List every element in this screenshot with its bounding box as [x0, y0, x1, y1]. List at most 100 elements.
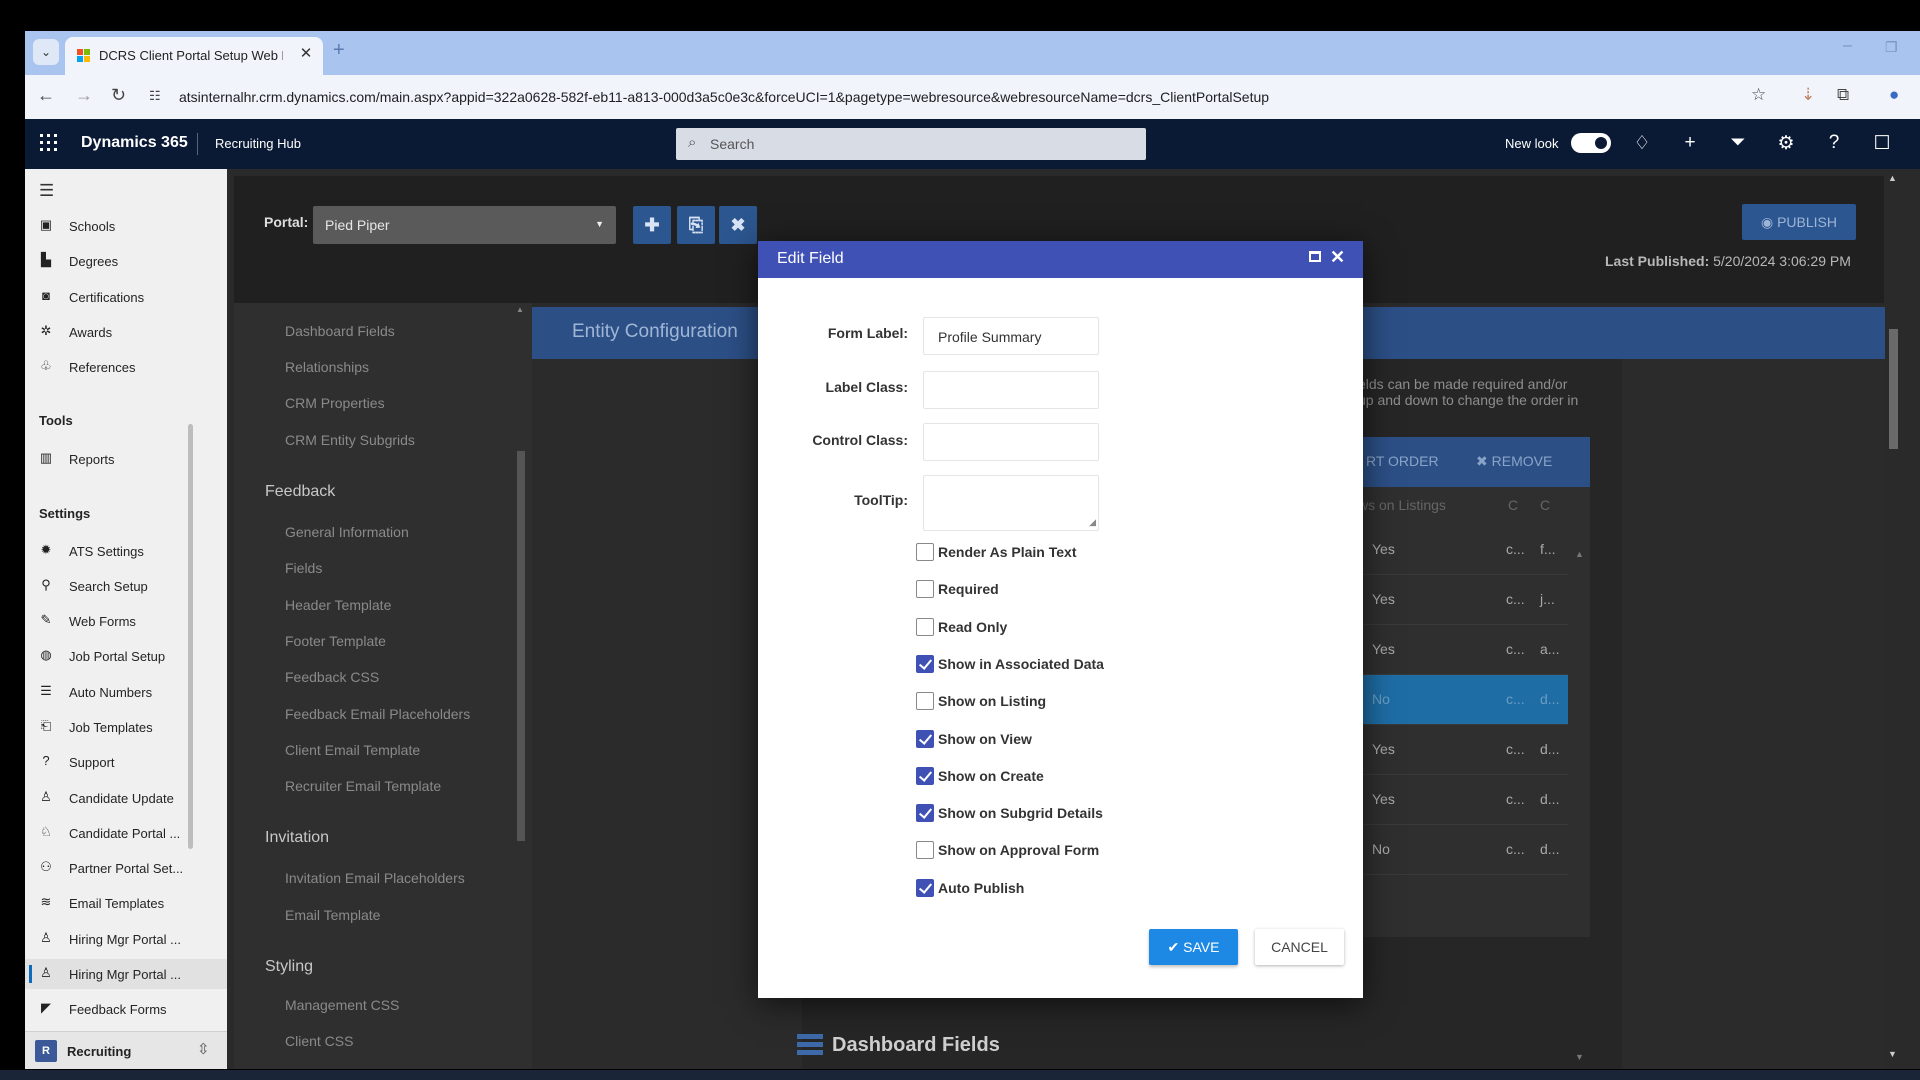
- sitemap-item-hiring-mgr-portal-1[interactable]: ♙ Hiring Mgr Portal ...: [25, 924, 227, 954]
- back-icon[interactable]: ←: [37, 85, 55, 106]
- config-item-client-email-template[interactable]: Client Email Template: [285, 742, 420, 758]
- sitemap-item-references[interactable]: ♧ References: [25, 352, 227, 382]
- table-row-selected[interactable]: No c... d...: [1358, 675, 1568, 725]
- table-row[interactable]: Yes c... a...: [1358, 625, 1568, 675]
- sitemap-item-job-templates[interactable]: ⎗ Job Templates: [25, 712, 227, 742]
- close-icon[interactable]: ✕: [1330, 247, 1345, 268]
- tooltip-textarea[interactable]: ◢: [923, 475, 1099, 531]
- url-text[interactable]: atsinternalhr.crm.dynamics.com/main.aspx…: [179, 89, 1269, 105]
- sitemap-item-awards[interactable]: ✲ Awards: [25, 317, 227, 347]
- table-row[interactable]: Yes c... d...: [1358, 725, 1568, 775]
- label-class-input[interactable]: [923, 371, 1099, 409]
- config-nav-scrollbar[interactable]: [517, 451, 525, 841]
- sitemap-item-schools[interactable]: ▣ Schools: [25, 211, 227, 241]
- profile-icon[interactable]: ●: [1889, 85, 1899, 105]
- portal-select[interactable]: Pied Piper ▼: [313, 206, 616, 244]
- chat-icon[interactable]: ☐: [1870, 132, 1894, 155]
- sort-order-button[interactable]: RT ORDER: [1366, 453, 1439, 469]
- forward-icon[interactable]: →: [75, 85, 93, 106]
- checkbox-box[interactable]: [916, 655, 934, 673]
- tab-close-icon[interactable]: ✕: [297, 45, 315, 63]
- plus-icon[interactable]: +: [1678, 132, 1702, 154]
- checkbox-box[interactable]: [916, 767, 934, 785]
- scroll-down-icon[interactable]: ▼: [1888, 1049, 1897, 1059]
- config-item-feedback-css[interactable]: Feedback CSS: [285, 669, 379, 685]
- app-title[interactable]: Dynamics 365: [81, 134, 188, 152]
- sitemap-item-partner-portal[interactable]: ⚇ Partner Portal Set...: [25, 853, 227, 883]
- save-button[interactable]: ✔ SAVE: [1149, 929, 1238, 965]
- scroll-up-icon[interactable]: ▲: [516, 305, 524, 314]
- config-item-invitation-email-placeholders[interactable]: Invitation Email Placeholders: [285, 870, 465, 886]
- checkbox-box[interactable]: [916, 841, 934, 859]
- config-item-crm-entity-subgrids[interactable]: CRM Entity Subgrids: [285, 432, 415, 448]
- config-group-invitation[interactable]: Invitation: [265, 829, 329, 847]
- reload-icon[interactable]: ↻: [111, 85, 126, 106]
- config-item-header-template[interactable]: Header Template: [285, 597, 391, 613]
- config-item-dashboard-fields[interactable]: Dashboard Fields: [285, 323, 395, 339]
- scrollbar-thumb[interactable]: [1889, 329, 1898, 449]
- gear-icon[interactable]: ⚙: [1774, 132, 1798, 155]
- checkbox-box[interactable]: [916, 618, 934, 636]
- sitemap-item-job-portal-setup[interactable]: ◍ Job Portal Setup: [25, 641, 227, 671]
- config-item-footer-template[interactable]: Footer Template: [285, 633, 386, 649]
- config-item-client-css[interactable]: Client CSS: [285, 1033, 353, 1049]
- address-bar[interactable]: ☷ atsinternalhr.crm.dynamics.com/main.as…: [143, 81, 1813, 113]
- checkbox-box[interactable]: [916, 879, 934, 897]
- site-info-icon[interactable]: ☷: [149, 88, 161, 104]
- publish-button[interactable]: ◉ PUBLISH: [1742, 204, 1856, 240]
- restore-window-icon[interactable]: ❐: [1885, 39, 1898, 56]
- maximize-icon[interactable]: [1309, 251, 1321, 262]
- help-icon[interactable]: ?: [1822, 132, 1846, 154]
- sitemap-item-feedback-forms[interactable]: ◤ Feedback Forms: [25, 994, 227, 1024]
- grid-header-c2[interactable]: C: [1540, 497, 1550, 513]
- extension-icon[interactable]: ⇣: [1801, 85, 1815, 105]
- sitemap-item-degrees[interactable]: ▙ Degrees: [25, 246, 227, 276]
- config-item-crm-properties[interactable]: CRM Properties: [285, 395, 385, 411]
- checkbox-box[interactable]: [916, 730, 934, 748]
- config-item-feedback-email-placeholders[interactable]: Feedback Email Placeholders: [285, 706, 470, 722]
- hamburger-menu-icon[interactable]: ☰: [39, 181, 54, 201]
- sitemap-item-web-forms[interactable]: ✎ Web Forms: [25, 606, 227, 636]
- browser-tab[interactable]: DCRS Client Portal Setup Web R ✕: [65, 37, 323, 75]
- sitemap-item-support[interactable]: ? Support: [25, 747, 227, 777]
- table-row[interactable]: Yes c... d...: [1358, 775, 1568, 825]
- resize-grip-icon[interactable]: ◢: [1089, 517, 1096, 528]
- tab-search-button[interactable]: ⌄: [33, 39, 59, 65]
- sitemap-item-candidate-update[interactable]: ♙ Candidate Update: [25, 783, 227, 813]
- sitemap-item-auto-numbers[interactable]: ☰ Auto Numbers: [25, 677, 227, 707]
- grid-header-c1[interactable]: C: [1508, 497, 1518, 513]
- remove-button[interactable]: ✖ REMOVE: [1476, 453, 1552, 470]
- lightbulb-icon[interactable]: ♢: [1630, 132, 1654, 155]
- bookmark-star-icon[interactable]: ☆: [1751, 85, 1766, 105]
- app-area-name[interactable]: Recruiting Hub: [215, 136, 301, 151]
- minimize-window-icon[interactable]: –: [1843, 37, 1852, 55]
- sitemap-item-hiring-mgr-portal-2[interactable]: ♙ Hiring Mgr Portal ...: [25, 959, 227, 989]
- sitemap-item-search-setup[interactable]: ⚲ Search Setup: [25, 571, 227, 601]
- sitemap-scrollbar[interactable]: [188, 424, 193, 849]
- config-item-recruiter-email-template[interactable]: Recruiter Email Template: [285, 778, 441, 794]
- grid-scroll-up-icon[interactable]: ▲: [1575, 549, 1584, 559]
- checkbox-box[interactable]: [916, 543, 934, 561]
- config-item-general-information[interactable]: General Information: [285, 524, 409, 540]
- config-item-fields[interactable]: Fields: [285, 560, 322, 576]
- sitemap-item-email-templates[interactable]: ≋ Email Templates: [25, 888, 227, 918]
- form-label-input[interactable]: Profile Summary: [923, 317, 1099, 355]
- config-group-styling[interactable]: Styling: [265, 958, 313, 976]
- global-search-input[interactable]: ⌕ Search: [676, 128, 1146, 160]
- table-row[interactable]: Yes c... j...: [1358, 575, 1568, 625]
- filter-icon[interactable]: ⏷: [1726, 132, 1750, 154]
- config-item-management-css[interactable]: Management CSS: [285, 997, 399, 1013]
- new-tab-icon[interactable]: +: [333, 39, 345, 62]
- add-portal-button[interactable]: ✚: [633, 206, 671, 244]
- checkbox-box[interactable]: [916, 804, 934, 822]
- page-scrollbar[interactable]: ▲ ▼: [1886, 169, 1900, 1069]
- cancel-button[interactable]: CANCEL: [1255, 929, 1344, 965]
- new-look-toggle[interactable]: [1571, 133, 1611, 153]
- sitemap-item-reports[interactable]: ▥ Reports: [25, 444, 227, 474]
- scroll-up-icon[interactable]: ▲: [1888, 173, 1897, 183]
- config-item-email-template[interactable]: Email Template: [285, 907, 380, 923]
- app-launcher-icon[interactable]: [39, 133, 59, 153]
- table-row[interactable]: No c... d...: [1358, 825, 1568, 875]
- sitemap-item-candidate-portal[interactable]: ♘ Candidate Portal ...: [25, 818, 227, 848]
- checkbox-box[interactable]: [916, 692, 934, 710]
